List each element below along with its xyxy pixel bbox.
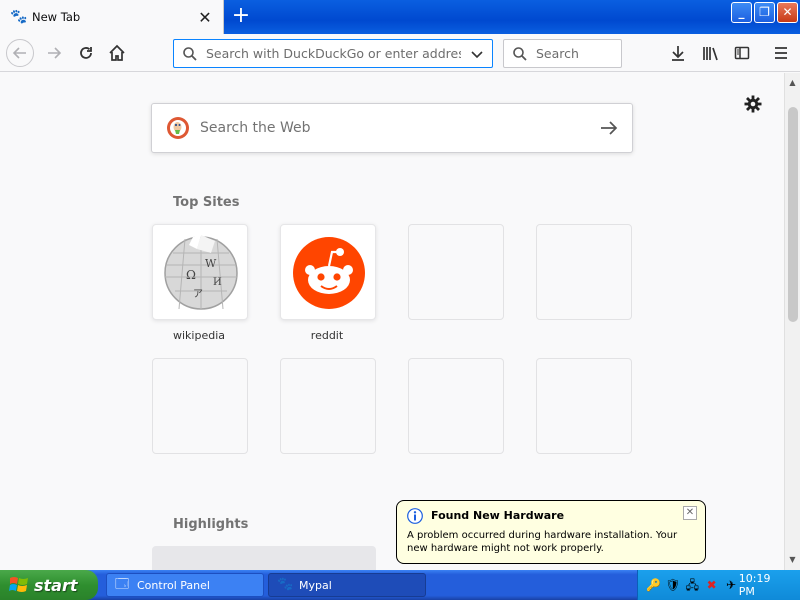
scrollbar-thumb[interactable] [788, 107, 798, 322]
sidebar-icon [734, 46, 750, 60]
highlights-heading: Highlights [173, 517, 249, 532]
settings-gear-icon[interactable] [743, 94, 763, 114]
navigation-toolbar [0, 34, 800, 72]
scroll-up-arrow-icon[interactable]: ▲ [785, 75, 800, 91]
library-icon [703, 47, 718, 61]
info-icon [407, 508, 423, 524]
svg-text:И: И [213, 277, 222, 288]
maximize-button[interactable]: ❐ [754, 2, 775, 23]
title-bar: 🐾 New Tab ✕ + _ ❐ ✕ [0, 0, 800, 34]
search-icon [513, 46, 527, 61]
mypal-icon: 🐾 [277, 577, 294, 592]
control-panel-icon: 🗔 [115, 577, 130, 592]
close-window-button[interactable]: ✕ [777, 2, 798, 23]
duckduckgo-icon [167, 117, 189, 139]
top-site-placeholder [408, 358, 504, 454]
web-search-box[interactable] [151, 103, 633, 153]
svg-text:W: W [205, 257, 217, 270]
forward-button[interactable] [40, 39, 68, 67]
hardware-notification-balloon[interactable]: Found New Hardware ✕ A problem occurred … [396, 500, 706, 564]
minimize-button[interactable]: _ [731, 2, 752, 23]
top-sites-heading: Top Sites [173, 195, 240, 210]
home-button[interactable] [103, 39, 131, 67]
mypal-icon: 🐾 [10, 9, 28, 25]
balloon-message: A problem occurred during hardware insta… [407, 530, 678, 554]
top-site-tile-reddit[interactable] [280, 224, 376, 320]
taskbar-item-label: Control Panel [137, 578, 210, 592]
search-input[interactable] [536, 46, 616, 61]
download-icon [672, 46, 684, 61]
arrow-right-icon[interactable] [600, 120, 618, 136]
top-site-placeholder [408, 224, 504, 320]
error-icon[interactable]: ✖ [704, 577, 719, 593]
balloon-close-icon[interactable]: ✕ [683, 506, 697, 520]
home-icon [109, 44, 125, 61]
reddit-icon [293, 237, 365, 309]
highlight-card-placeholder [152, 546, 376, 570]
library-button[interactable] [698, 40, 724, 66]
tab-close-icon[interactable]: ✕ [195, 8, 215, 27]
network-icon[interactable]: 🖧 [685, 577, 700, 593]
keys-icon[interactable]: 🔑 [646, 577, 661, 593]
downloads-button[interactable] [665, 40, 691, 66]
security-shield-icon[interactable]: 🛡 [665, 577, 680, 593]
taskbar-item-control-panel[interactable]: 🗔 Control Panel [106, 573, 264, 597]
top-site-placeholder [280, 358, 376, 454]
balloon-title: Found New Hardware [431, 509, 565, 522]
web-search-input[interactable] [200, 120, 590, 136]
taskbar: start 🗔 Control Panel 🐾 Mypal 🔑 🛡 🖧 ✖ ✈ … [0, 570, 800, 600]
hamburger-menu-icon [775, 47, 787, 59]
system-tray: 🔑 🛡 🖧 ✖ ✈ 10:19 PM [637, 570, 800, 600]
forward-arrow-icon [48, 47, 62, 59]
top-site-label: reddit [310, 329, 344, 342]
chevron-down-icon[interactable] [470, 47, 484, 61]
new-tab-page: Top Sites Ω W И ア wikipedia reddit [0, 73, 784, 570]
menu-button[interactable] [768, 40, 794, 66]
new-tab-button[interactable]: + [228, 4, 254, 30]
top-site-placeholder [536, 358, 632, 454]
tab-title: New Tab [32, 10, 81, 24]
top-site-label: wikipedia [172, 329, 225, 342]
svg-text:Ω: Ω [186, 268, 196, 282]
top-site-tile-wikipedia[interactable]: Ω W И ア [152, 224, 248, 320]
windows-logo-icon [9, 577, 28, 592]
sidebar-button[interactable] [729, 40, 755, 66]
start-label: start [34, 575, 78, 595]
usb-device-icon[interactable]: ✈ [723, 577, 738, 593]
reload-button[interactable] [72, 39, 100, 67]
address-input[interactable] [206, 46, 461, 61]
clock[interactable]: 10:19 PM [739, 572, 788, 598]
back-button[interactable] [6, 39, 34, 67]
search-bar[interactable] [503, 39, 622, 68]
start-button[interactable]: start [0, 570, 98, 600]
wikipedia-icon: Ω W И ア [164, 235, 238, 310]
taskbar-item-mypal[interactable]: 🐾 Mypal [268, 573, 426, 597]
back-arrow-icon [12, 47, 26, 59]
taskbar-item-label: Mypal [299, 578, 332, 592]
vertical-scrollbar[interactable]: ▲ ▼ [784, 73, 800, 570]
reload-icon [80, 47, 92, 59]
top-site-placeholder [152, 358, 248, 454]
search-icon [183, 46, 197, 61]
scroll-down-arrow-icon[interactable]: ▼ [785, 552, 800, 568]
tab-new-tab[interactable]: 🐾 New Tab ✕ [0, 0, 224, 34]
top-site-placeholder [536, 224, 632, 320]
address-bar[interactable] [173, 39, 493, 68]
svg-text:ア: ア [193, 289, 203, 300]
